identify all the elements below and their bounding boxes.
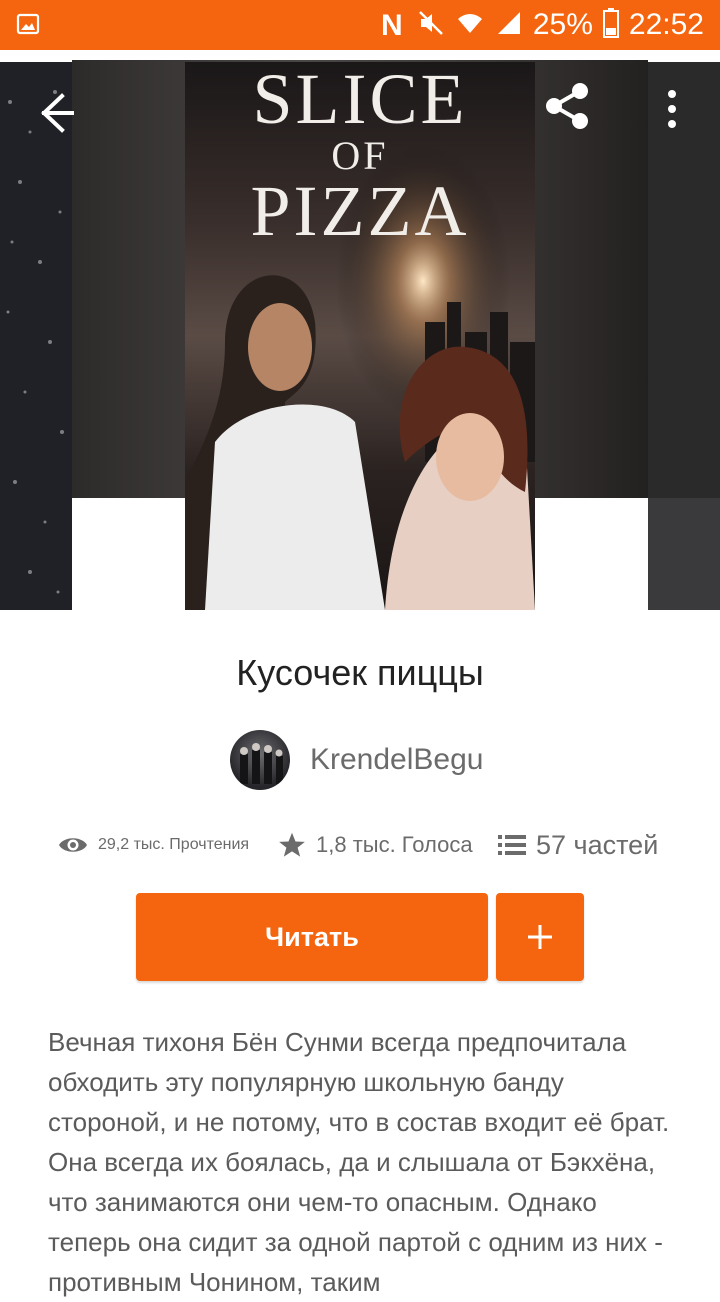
clock: 22:52 (628, 8, 704, 41)
author-name: KrendelBegu (310, 743, 484, 776)
plus-icon (528, 925, 552, 949)
overflow-menu-button[interactable] (656, 84, 688, 134)
previous-cover[interactable] (0, 62, 72, 610)
votes-count: 1,8 тыс. Голоса (316, 832, 473, 857)
svg-text:N: N (381, 9, 403, 38)
story-description: Вечная тихоня Бён Сунми всегда предпочит… (48, 1027, 670, 1297)
signal-icon (495, 9, 523, 42)
cover-carousel[interactable]: SLICE OF PIZZA (0, 50, 720, 610)
story-stats: 29,2 тыс. Прочтения 1,8 тыс. Голоса 57 ч… (58, 820, 678, 870)
author-link[interactable]: KrendelBegu (230, 730, 483, 790)
book-cover: SLICE OF PIZZA (185, 62, 535, 610)
battery-percent: 25% (532, 8, 593, 41)
parts-count: 57 частей (536, 829, 659, 860)
wifi-icon (455, 9, 485, 42)
star-icon (279, 832, 305, 857)
story-title: Кусочек пиццы (236, 652, 484, 693)
cover-title-line3: PIZZA (250, 171, 470, 251)
arrow-left-icon (41, 93, 74, 133)
battery-icon (602, 7, 619, 43)
reads-stat: 29,2 тыс. Прочтения (58, 820, 249, 870)
share-icon (546, 83, 588, 129)
eye-icon (59, 838, 87, 852)
cover-title-line1: SLICE (252, 62, 468, 139)
status-bar: N 25% 22:52 (0, 0, 720, 50)
back-button[interactable] (30, 88, 80, 138)
parts-stat: 57 частей (498, 820, 658, 870)
share-button[interactable] (540, 78, 596, 134)
mute-icon (417, 9, 445, 42)
more-vert-icon (668, 90, 676, 128)
avatar (230, 730, 290, 790)
next-cover[interactable] (648, 62, 720, 610)
reads-count: 29,2 тыс. Прочтения (98, 836, 250, 853)
gallery-icon (16, 12, 40, 36)
list-icon (498, 835, 526, 855)
read-button[interactable]: Читать (136, 893, 488, 981)
add-to-library-button[interactable] (496, 893, 584, 981)
nfc-icon: N (379, 8, 407, 43)
votes-stat: 1,8 тыс. Голоса (278, 820, 473, 870)
